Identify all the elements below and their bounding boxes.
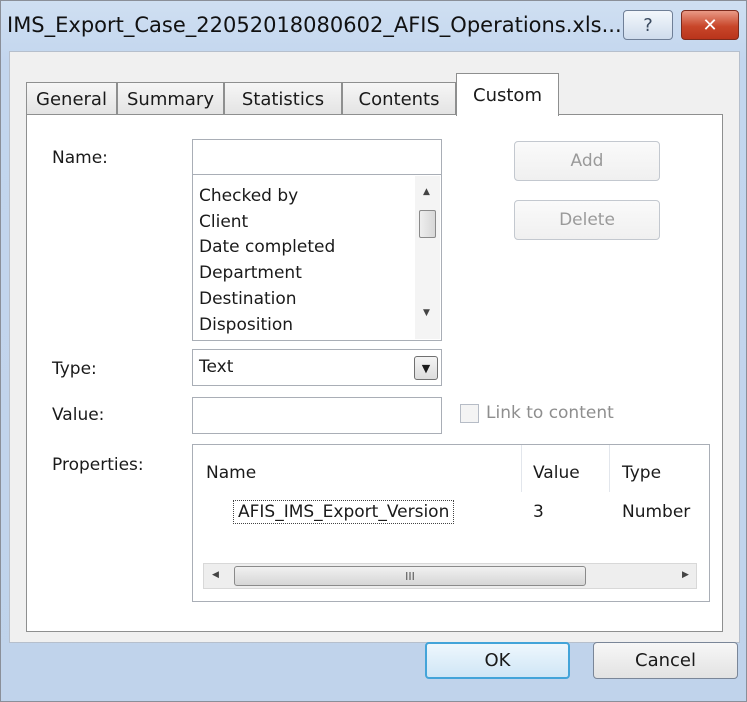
column-header-value[interactable]: Value [533, 463, 580, 483]
row-type-cell: Number [622, 502, 691, 522]
scroll-left-icon[interactable]: ◀ [212, 570, 219, 580]
ok-button-label: OK [484, 650, 511, 671]
list-item[interactable]: Checked by [199, 183, 298, 209]
link-to-content-checkbox[interactable] [460, 404, 479, 423]
close-button[interactable]: ✕ [681, 10, 739, 40]
type-label: Type: [52, 359, 97, 379]
delete-button-label: Delete [559, 210, 615, 230]
list-item[interactable]: Client [199, 209, 248, 235]
table-header: Name Value Type [193, 445, 709, 492]
list-item[interactable]: Disposition [199, 312, 293, 338]
properties-label: Properties: [52, 455, 144, 475]
scroll-grip: III [405, 569, 415, 583]
column-header-type[interactable]: Type [622, 463, 661, 483]
scroll-thumb[interactable] [419, 210, 436, 238]
row-value-cell: 3 [533, 502, 544, 522]
properties-dialog: IMS_Export_Case_22052018080602_AFIS_Oper… [0, 0, 747, 702]
link-to-content-label: Link to content [486, 403, 614, 423]
name-label: Name: [52, 148, 108, 168]
scroll-down-icon[interactable]: ▼ [423, 308, 430, 318]
window-title: IMS_Export_Case_22052018080602_AFIS_Oper… [7, 13, 622, 37]
add-button[interactable]: Add [514, 141, 660, 181]
dropdown-arrow-icon[interactable]: ▼ [414, 356, 438, 380]
tab-label: Contents [358, 88, 440, 110]
cancel-button-label: Cancel [635, 650, 696, 671]
cancel-button[interactable]: Cancel [593, 642, 738, 679]
tab-label: Statistics [241, 88, 325, 110]
help-button[interactable]: ? [623, 10, 673, 40]
table-row[interactable]: AFIS_IMS_Export_Version 3 Number [193, 497, 709, 531]
list-item[interactable]: Destination [199, 286, 297, 312]
delete-button[interactable]: Delete [514, 200, 660, 240]
tab-label: General [36, 88, 107, 110]
header-divider [609, 445, 610, 492]
name-input[interactable] [192, 139, 442, 175]
tab-label: Summary [127, 88, 214, 110]
list-item[interactable]: Department [199, 260, 302, 286]
type-select-value: Text [199, 357, 234, 377]
tab-custom[interactable]: Custom [456, 73, 559, 116]
add-button-label: Add [570, 151, 604, 171]
row-name-cell[interactable]: AFIS_IMS_Export_Version [233, 500, 455, 524]
tab-summary[interactable]: Summary [117, 82, 224, 115]
scroll-up-icon[interactable]: ▲ [423, 187, 430, 197]
type-select[interactable]: Text ▼ [192, 349, 442, 386]
list-scrollbar[interactable]: ▲ ▼ [415, 176, 440, 339]
name-suggestion-list[interactable]: Checked by Client Date completed Departm… [192, 175, 442, 341]
list-item[interactable]: Date completed [199, 234, 335, 260]
ok-button[interactable]: OK [425, 642, 570, 679]
value-label: Value: [52, 405, 105, 425]
tab-statistics[interactable]: Statistics [224, 82, 342, 115]
close-icon: ✕ [702, 14, 718, 36]
value-input[interactable] [192, 397, 442, 434]
scroll-right-icon[interactable]: ▶ [682, 570, 689, 580]
tab-general[interactable]: General [26, 82, 117, 115]
properties-table[interactable]: Name Value Type AFIS_IMS_Export_Version … [192, 444, 710, 602]
horizontal-scroll-thumb[interactable]: III [234, 566, 586, 586]
title-bar[interactable]: IMS_Export_Case_22052018080602_AFIS_Oper… [1, 1, 746, 51]
tab-label: Custom [473, 84, 542, 106]
help-icon: ? [643, 14, 653, 36]
tab-contents[interactable]: Contents [342, 82, 456, 115]
column-header-name[interactable]: Name [206, 463, 256, 483]
header-divider [521, 445, 522, 492]
horizontal-scrollbar[interactable]: ◀ III ▶ [203, 563, 697, 589]
